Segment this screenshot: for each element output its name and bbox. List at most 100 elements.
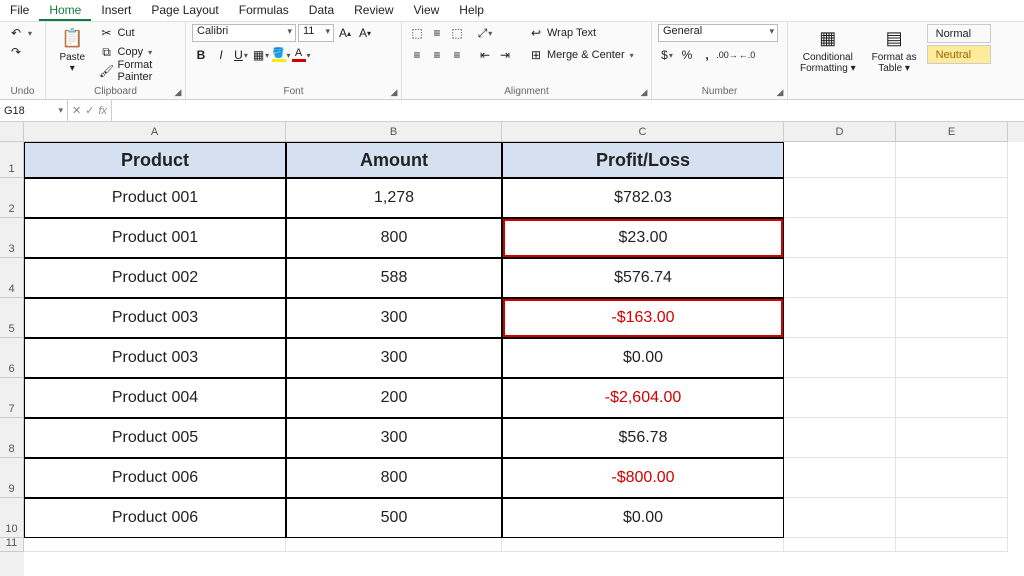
cell-C8[interactable]: $56.78 bbox=[502, 418, 784, 458]
row-header-8[interactable]: 8 bbox=[0, 418, 24, 458]
decrease-decimal-button[interactable]: ←.0 bbox=[738, 46, 756, 64]
cell-D8[interactable] bbox=[784, 418, 896, 458]
row-header-5[interactable]: 5 bbox=[0, 298, 24, 338]
cell-E7[interactable] bbox=[896, 378, 1008, 418]
align-left-button[interactable]: ≡ bbox=[408, 46, 426, 64]
alignment-launcher[interactable]: ◢ bbox=[639, 87, 649, 97]
cell-style-neutral[interactable]: Neutral bbox=[927, 45, 991, 64]
cell-C11[interactable] bbox=[502, 538, 784, 552]
cell-D1[interactable] bbox=[784, 142, 896, 178]
percent-format-button[interactable]: % bbox=[678, 46, 696, 64]
cell-C5[interactable]: -$163.00 bbox=[502, 298, 784, 338]
undo-button[interactable]: ↶ bbox=[6, 24, 35, 42]
row-header-4[interactable]: 4 bbox=[0, 258, 24, 298]
increase-indent-button[interactable]: ⇥ bbox=[496, 46, 514, 64]
row-header-7[interactable]: 7 bbox=[0, 378, 24, 418]
align-right-button[interactable]: ≡ bbox=[448, 46, 466, 64]
menu-page-layout[interactable]: Page Layout bbox=[141, 0, 228, 21]
fill-color-button[interactable]: 🪣 bbox=[272, 46, 290, 64]
col-header-B[interactable]: B bbox=[286, 122, 502, 142]
cell-E8[interactable] bbox=[896, 418, 1008, 458]
cell-E1[interactable] bbox=[896, 142, 1008, 178]
col-header-D[interactable]: D bbox=[784, 122, 896, 142]
col-header-E[interactable]: E bbox=[896, 122, 1008, 142]
row-header-3[interactable]: 3 bbox=[0, 218, 24, 258]
cell-B4[interactable]: 588 bbox=[286, 258, 502, 298]
cell-D7[interactable] bbox=[784, 378, 896, 418]
increase-font-button[interactable]: A▴ bbox=[336, 24, 354, 42]
cut-button[interactable]: ✂Cut bbox=[96, 24, 179, 42]
menu-file[interactable]: File bbox=[0, 0, 39, 21]
align-bottom-button[interactable]: ⬚ bbox=[448, 24, 466, 42]
number-launcher[interactable]: ◢ bbox=[775, 87, 785, 97]
name-box[interactable]: G18 bbox=[0, 100, 68, 121]
align-top-button[interactable]: ⬚ bbox=[408, 24, 426, 42]
italic-button[interactable]: I bbox=[212, 46, 230, 64]
cell-A5[interactable]: Product 003 bbox=[24, 298, 286, 338]
cell-B3[interactable]: 800 bbox=[286, 218, 502, 258]
cancel-icon[interactable]: ✕ bbox=[72, 104, 81, 117]
header-cell-B[interactable]: Amount bbox=[286, 142, 502, 178]
cell-A10[interactable]: Product 006 bbox=[24, 498, 286, 538]
cell-E2[interactable] bbox=[896, 178, 1008, 218]
menu-home[interactable]: Home bbox=[39, 0, 91, 21]
row-header-9[interactable]: 9 bbox=[0, 458, 24, 498]
align-center-button[interactable]: ≡ bbox=[428, 46, 446, 64]
row-header-6[interactable]: 6 bbox=[0, 338, 24, 378]
font-color-button[interactable]: A bbox=[292, 46, 310, 64]
conditional-formatting-button[interactable]: ▦ Conditional Formatting ▾ bbox=[794, 24, 862, 76]
merge-center-button[interactable]: ⊞Merge & Center bbox=[526, 46, 637, 64]
cell-A8[interactable]: Product 005 bbox=[24, 418, 286, 458]
col-header-C[interactable]: C bbox=[502, 122, 784, 142]
cell-style-normal[interactable]: Normal bbox=[927, 24, 991, 43]
fx-icon[interactable]: fx bbox=[98, 105, 107, 117]
cell-E3[interactable] bbox=[896, 218, 1008, 258]
cell-B10[interactable]: 500 bbox=[286, 498, 502, 538]
cell-C6[interactable]: $0.00 bbox=[502, 338, 784, 378]
cell-C9[interactable]: -$800.00 bbox=[502, 458, 784, 498]
accounting-format-button[interactable]: $ bbox=[658, 46, 676, 64]
cell-E5[interactable] bbox=[896, 298, 1008, 338]
cell-B5[interactable]: 300 bbox=[286, 298, 502, 338]
cell-D9[interactable] bbox=[784, 458, 896, 498]
underline-button[interactable]: U bbox=[232, 46, 250, 64]
row-header-1[interactable]: 1 bbox=[0, 142, 24, 178]
row-header-10[interactable]: 10 bbox=[0, 498, 24, 538]
menu-review[interactable]: Review bbox=[344, 0, 403, 21]
header-cell-A[interactable]: Product bbox=[24, 142, 286, 178]
cell-A11[interactable] bbox=[24, 538, 286, 552]
cell-D4[interactable] bbox=[784, 258, 896, 298]
cell-B7[interactable]: 200 bbox=[286, 378, 502, 418]
header-cell-C[interactable]: Profit/Loss bbox=[502, 142, 784, 178]
comma-format-button[interactable]: , bbox=[698, 46, 716, 64]
row-header-11[interactable]: 11 bbox=[0, 538, 24, 552]
paste-button[interactable]: 📋 Paste ▾ bbox=[52, 24, 92, 76]
cell-B11[interactable] bbox=[286, 538, 502, 552]
cell-D3[interactable] bbox=[784, 218, 896, 258]
row-header-2[interactable]: 2 bbox=[0, 178, 24, 218]
formula-input[interactable] bbox=[112, 100, 1024, 121]
redo-button[interactable]: ↷ bbox=[6, 43, 35, 61]
font-size-select[interactable]: 11 bbox=[298, 24, 334, 42]
cell-C3[interactable]: $23.00 bbox=[502, 218, 784, 258]
cell-E10[interactable] bbox=[896, 498, 1008, 538]
cell-D10[interactable] bbox=[784, 498, 896, 538]
cell-D6[interactable] bbox=[784, 338, 896, 378]
menu-data[interactable]: Data bbox=[299, 0, 344, 21]
cell-A4[interactable]: Product 002 bbox=[24, 258, 286, 298]
cell-B6[interactable]: 300 bbox=[286, 338, 502, 378]
font-name-select[interactable]: Calibri bbox=[192, 24, 296, 42]
font-launcher[interactable]: ◢ bbox=[389, 87, 399, 97]
cell-A3[interactable]: Product 001 bbox=[24, 218, 286, 258]
bold-button[interactable]: B bbox=[192, 46, 210, 64]
cell-C4[interactable]: $576.74 bbox=[502, 258, 784, 298]
menu-formulas[interactable]: Formulas bbox=[229, 0, 299, 21]
select-all-corner[interactable] bbox=[0, 122, 24, 142]
cell-E9[interactable] bbox=[896, 458, 1008, 498]
cell-E4[interactable] bbox=[896, 258, 1008, 298]
cell-D5[interactable] bbox=[784, 298, 896, 338]
cell-C7[interactable]: -$2,604.00 bbox=[502, 378, 784, 418]
cell-B2[interactable]: 1,278 bbox=[286, 178, 502, 218]
cell-C10[interactable]: $0.00 bbox=[502, 498, 784, 538]
cell-A9[interactable]: Product 006 bbox=[24, 458, 286, 498]
